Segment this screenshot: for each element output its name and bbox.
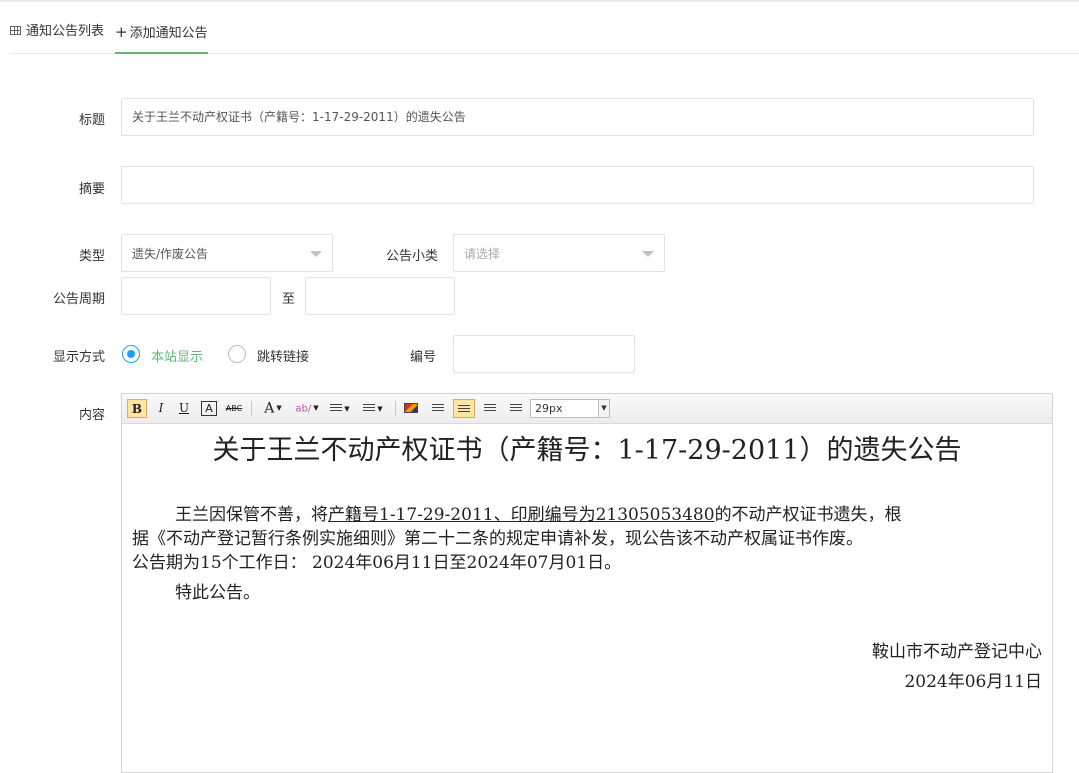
- table-icon: [10, 26, 21, 35]
- subtype-label: 公告小类: [385, 249, 438, 264]
- toolbar-separator: [395, 401, 396, 416]
- radio-site-display-label[interactable]: 本站显示: [151, 346, 203, 365]
- document-title: 关于王兰不动产权证书（产籍号：1-17-29-2011）的遗失公告: [212, 435, 962, 466]
- tab-add-notice-label: 添加通知公告: [129, 26, 208, 41]
- radio-redirect-link-label[interactable]: 跳转链接: [257, 346, 309, 365]
- align-justify-button[interactable]: [506, 399, 526, 418]
- ordered-list-button[interactable]: ▼: [326, 399, 354, 418]
- signature-date: 2024年06月11日: [904, 672, 1042, 692]
- align-left-button[interactable]: [428, 399, 448, 418]
- caret-down-icon: ▼: [377, 405, 383, 413]
- period-start-input[interactable]: [121, 277, 271, 315]
- summary-label: 摘要: [78, 182, 105, 197]
- tab-add-notice[interactable]: + 添加通知公告: [115, 14, 208, 54]
- number-input[interactable]: [453, 335, 635, 373]
- align-right-button[interactable]: [480, 399, 500, 418]
- document-paragraph-1: 王兰因保管不善，将产籍号1-17-29-2011、印刷编号为2130505348…: [132, 503, 902, 527]
- caret-down-icon: ▼: [276, 404, 282, 412]
- type-select-value: 遗失/作废公告: [132, 247, 209, 261]
- editor-toolbar: B I U A ABC A ▼ ab/▼ ▼ ▼ 29px ▼: [122, 394, 1052, 424]
- type-select[interactable]: 遗失/作废公告: [121, 234, 333, 272]
- align-left-icon: [432, 404, 444, 413]
- period-label: 公告周期: [52, 292, 105, 307]
- title-label: 标题: [78, 113, 105, 128]
- tab-notice-list[interactable]: 通知公告列表: [10, 14, 104, 52]
- font-color-button[interactable]: A ▼: [258, 399, 288, 418]
- summary-input[interactable]: [121, 166, 1034, 204]
- title-input-value: 关于王兰不动产权证书（产籍号：1-17-29-2011）的遗失公告: [132, 110, 466, 124]
- border-text-button[interactable]: A: [201, 401, 217, 416]
- display-label: 显示方式: [52, 350, 105, 365]
- top-border: [0, 0, 1079, 2]
- plus-icon: +: [115, 23, 128, 41]
- tab-notice-list-label: 通知公告列表: [26, 24, 105, 39]
- tab-bar: 通知公告列表 + 添加通知公告: [10, 14, 1079, 54]
- paragraph-1-underlined: 产籍号1-17-29-2011、印刷编号为21305053480: [328, 505, 715, 525]
- unordered-list-icon: [363, 404, 376, 413]
- signature-organization: 鞍山市不动产登记中心: [872, 642, 1042, 662]
- subtype-select[interactable]: 请选择: [453, 234, 665, 272]
- number-label: 编号: [410, 350, 437, 365]
- chevron-down-icon: [642, 251, 654, 257]
- align-justify-icon: [510, 404, 522, 413]
- type-label: 类型: [78, 249, 105, 264]
- caret-down-icon: ▼: [598, 400, 609, 417]
- content-label: 内容: [78, 408, 105, 423]
- strikethrough-button[interactable]: ABC: [223, 399, 245, 418]
- highlight-button[interactable]: ab/▼: [292, 399, 322, 418]
- title-input[interactable]: 关于王兰不动产权证书（产籍号：1-17-29-2011）的遗失公告: [121, 98, 1034, 136]
- caret-down-icon: ▼: [344, 405, 350, 413]
- align-center-icon: [458, 405, 470, 414]
- caret-down-icon: ▼: [313, 404, 319, 412]
- ordered-list-icon: [330, 404, 343, 413]
- bold-button[interactable]: B: [127, 399, 147, 418]
- font-size-select[interactable]: 29px ▼: [530, 399, 610, 418]
- font-color-icon: A: [264, 400, 275, 417]
- document-paragraph-4: 特此公告。: [175, 583, 260, 603]
- subtype-select-placeholder: 请选择: [464, 247, 501, 261]
- period-end-input[interactable]: [305, 277, 455, 315]
- font-size-value: 29px: [535, 402, 563, 415]
- rich-text-editor[interactable]: B I U A ABC A ▼ ab/▼ ▼ ▼ 29px ▼ 关于王兰不动产权证…: [121, 393, 1053, 773]
- chevron-down-icon: [310, 251, 322, 257]
- radio-site-display[interactable]: [122, 345, 140, 363]
- toolbar-separator: [251, 401, 252, 416]
- paragraph-1-text-end: 的不动产权证书遗失，根: [714, 505, 902, 525]
- align-right-icon: [484, 404, 496, 413]
- italic-button[interactable]: I: [152, 399, 170, 418]
- period-to-text: 至: [282, 292, 296, 307]
- align-center-button[interactable]: [453, 399, 475, 418]
- document-paragraph-3: 公告期为15个工作日： 2024年06月11日至2024年07月01日。: [132, 553, 622, 573]
- unordered-list-button[interactable]: ▼: [359, 399, 387, 418]
- highlight-icon: ab/: [295, 403, 312, 415]
- document-paragraph-2: 据《不动产登记暂行条例实施细则》第二十二条的规定申请补发，现公告该不动产权属证书…: [132, 529, 863, 549]
- image-button[interactable]: [402, 399, 420, 418]
- image-icon: [404, 403, 418, 413]
- underline-button[interactable]: U: [175, 399, 193, 418]
- radio-redirect-link[interactable]: [228, 345, 246, 363]
- paragraph-1-text: 王兰因保管不善，将: [175, 505, 328, 525]
